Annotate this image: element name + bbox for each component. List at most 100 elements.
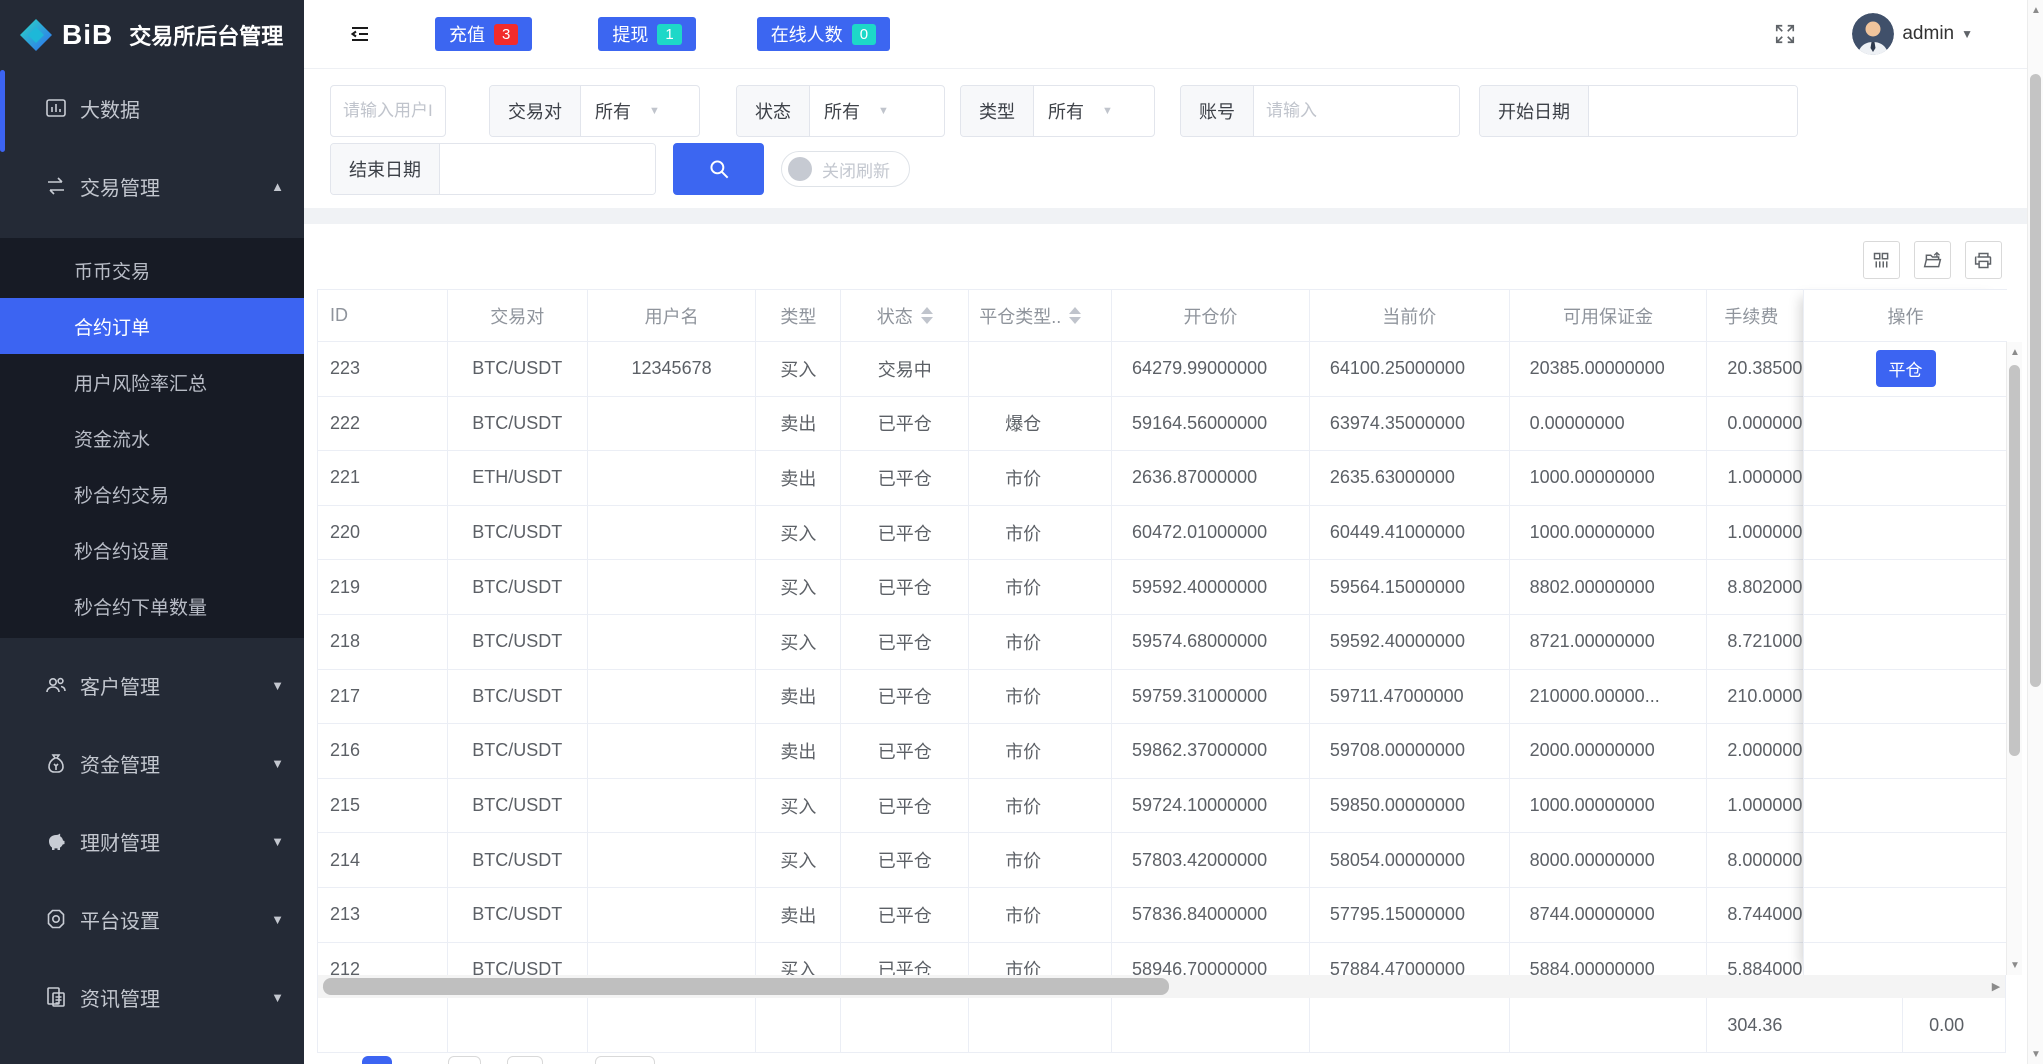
cell-open-price: 64279.99000000	[1112, 342, 1310, 396]
settings-icon	[44, 907, 68, 931]
user-menu-chevron-down-icon[interactable]: ▼	[1961, 27, 1973, 41]
start-date-filter: 开始日期	[1479, 85, 1798, 137]
sidebar-item-sec-contract-qty[interactable]: 秒合约下单数量	[0, 578, 304, 634]
type-select[interactable]: 所有 ▼	[1034, 86, 1154, 136]
horizontal-scrollbar-thumb[interactable]	[323, 978, 1169, 995]
sidebar-item-spot-trade[interactable]: 币币交易	[0, 242, 304, 298]
online-users-button[interactable]: 在线人数 0	[756, 17, 891, 51]
scroll-up-icon[interactable]: ▲	[2028, 2, 2043, 18]
sort-icon[interactable]	[1069, 307, 1082, 324]
table-row[interactable]: 218 BTC/USDT 买入 已平仓 市价 59574.68000000 59…	[318, 614, 2005, 670]
close-position-button[interactable]: 平仓	[1875, 350, 1936, 388]
cell-type: 卖出	[756, 669, 842, 724]
recharge-button[interactable]: 充值 3	[435, 17, 533, 51]
col-header-status[interactable]: 状态	[841, 290, 970, 341]
pair-select[interactable]: 所有 ▼	[581, 86, 699, 136]
sidebar-item-sec-contract-settings[interactable]: 秒合约设置	[0, 522, 304, 578]
table-scrollbar-thumb[interactable]	[2009, 365, 2020, 756]
col-header-close-type[interactable]: 平仓类型..	[969, 290, 1113, 341]
pagination-page-button[interactable]	[448, 1056, 481, 1064]
print-button[interactable]	[1965, 241, 2002, 279]
col-header-open-price[interactable]: 开仓价	[1112, 290, 1310, 341]
col-header-margin[interactable]: 可用保证金	[1510, 290, 1708, 341]
start-date-input[interactable]	[1589, 86, 1797, 136]
fullscreen-icon[interactable]	[1774, 23, 1796, 45]
logo: BiB 交易所后台管理	[0, 0, 304, 69]
page-vertical-scrollbar[interactable]: ▲ ▼	[2027, 0, 2043, 1064]
user-id-input[interactable]	[330, 85, 446, 137]
table-row[interactable]: 219 BTC/USDT 买入 已平仓 市价 59592.40000000 59…	[318, 560, 2005, 615]
cell-username	[588, 669, 757, 724]
scroll-down-icon[interactable]: ▼	[2007, 957, 2023, 973]
sort-icon[interactable]	[920, 307, 933, 324]
scroll-up-icon[interactable]: ▲	[2007, 344, 2023, 360]
sidebar-item-trade-mgmt[interactable]: 交易管理 ▲	[0, 160, 304, 212]
cell-action	[1804, 397, 2007, 452]
cell-username	[588, 396, 757, 451]
cell-username	[588, 505, 757, 560]
col-header-current-price[interactable]: 当前价	[1310, 290, 1510, 341]
table-vertical-scrollbar[interactable]: ▲ ▼	[2006, 342, 2022, 975]
pagination-active-page-button[interactable]	[362, 1056, 392, 1064]
cell-pair: BTC/USDT	[448, 833, 588, 887]
collapse-sidebar-icon[interactable]	[348, 22, 372, 46]
withdraw-button[interactable]: 提现 1	[598, 17, 696, 51]
table-row[interactable]: 220 BTC/USDT 买入 已平仓 市价 60472.01000000 60…	[318, 505, 2005, 561]
cell-status: 已平仓	[841, 451, 970, 505]
chevron-down-icon: ▼	[878, 105, 889, 117]
sidebar-item-label: 秒合约下单数量	[74, 597, 208, 619]
cell-pair: BTC/USDT	[448, 614, 588, 669]
pagination-page-button[interactable]	[595, 1056, 655, 1064]
col-header-username[interactable]: 用户名	[588, 290, 757, 341]
page-scrollbar-thumb[interactable]	[2030, 74, 2041, 687]
table-row[interactable]: 216 BTC/USDT 卖出 已平仓 市价 59862.37000000 59…	[318, 724, 2005, 779]
sidebar-item-sec-contract-trade[interactable]: 秒合约交易	[0, 466, 304, 522]
summary-empty	[1510, 998, 1708, 1052]
cell-status: 已平仓	[841, 396, 970, 451]
status-select[interactable]: 所有 ▼	[810, 86, 944, 136]
scroll-right-icon[interactable]: ▶	[1987, 975, 2005, 998]
end-date-input[interactable]	[440, 144, 655, 194]
table-row[interactable]: 215 BTC/USDT 买入 已平仓 市价 59724.10000000 59…	[318, 778, 2005, 834]
table-row[interactable]: 222 BTC/USDT 卖出 已平仓 爆仓 59164.56000000 63…	[318, 396, 2005, 452]
sidebar-item-user-risk[interactable]: 用户风险率汇总	[0, 354, 304, 410]
sidebar-item-wealth-mgmt[interactable]: 理财管理 ▼	[0, 815, 304, 867]
search-button[interactable]	[673, 143, 764, 195]
cell-type: 卖出	[756, 451, 842, 505]
table-row[interactable]: 212 BTC/USDT 买入 已平仓 市价 58946.70000000 57…	[318, 942, 2005, 975]
cell-action	[1804, 451, 2007, 506]
cell-status: 已平仓	[841, 724, 970, 778]
export-button[interactable]	[1914, 241, 1951, 279]
scroll-down-icon[interactable]: ▼	[2028, 1046, 2043, 1062]
sidebar-item-customer-mgmt[interactable]: 客户管理 ▼	[0, 659, 304, 711]
summary-second-total: 0.00	[1929, 1014, 1965, 1035]
cell-margin: 1000.00000000	[1510, 505, 1708, 560]
horizontal-scrollbar[interactable]: ◀ ▶	[318, 975, 2005, 998]
sidebar-item-contract-orders[interactable]: 合约订单	[0, 298, 304, 354]
table-row[interactable]: 213 BTC/USDT 卖出 已平仓 市价 57836.84000000 57…	[318, 887, 2005, 943]
cell-open-price: 59759.31000000	[1112, 669, 1310, 724]
chevron-down-icon: ▼	[271, 989, 284, 1005]
sidebar-item-fund-flow[interactable]: 资金流水	[0, 410, 304, 466]
col-header-type[interactable]: 类型	[756, 290, 842, 341]
col-header-pair[interactable]: 交易对	[448, 290, 588, 341]
topbar: 充值 3 提现 1 在线人数 0 admin ▼	[304, 0, 2043, 69]
sidebar-item-news-mgmt[interactable]: 资讯管理 ▼	[0, 971, 304, 1023]
col-header-id[interactable]: ID	[318, 290, 448, 341]
cell-pair: BTC/USDT	[448, 560, 588, 614]
column-settings-button[interactable]	[1863, 241, 1900, 279]
table-row[interactable]: 214 BTC/USDT 买入 已平仓 市价 57803.42000000 58…	[318, 833, 2005, 888]
pagination-page-button[interactable]	[507, 1056, 543, 1064]
account-input[interactable]	[1254, 86, 1459, 136]
sidebar-item-copytrade-mgmt[interactable]: 跟单管理 ▼	[0, 1049, 304, 1064]
end-date-filter: 结束日期	[330, 143, 656, 195]
table-row[interactable]: 221 ETH/USDT 卖出 已平仓 市价 2636.87000000 263…	[318, 451, 2005, 506]
sidebar-item-platform-settings[interactable]: 平台设置 ▼	[0, 893, 304, 945]
sidebar-item-fund-mgmt[interactable]: 资金管理 ▼	[0, 737, 304, 789]
table-row[interactable]: 217 BTC/USDT 卖出 已平仓 市价 59759.31000000 59…	[318, 669, 2005, 725]
sidebar-item-bigdata[interactable]: 大数据	[0, 82, 304, 134]
user-name[interactable]: admin	[1902, 23, 1954, 45]
avatar[interactable]	[1852, 13, 1895, 55]
table-row[interactable]: 223 BTC/USDT 12345678 买入 交易中 64279.99000…	[318, 342, 2005, 397]
refresh-toggle[interactable]: 关闭刷新	[781, 151, 910, 187]
